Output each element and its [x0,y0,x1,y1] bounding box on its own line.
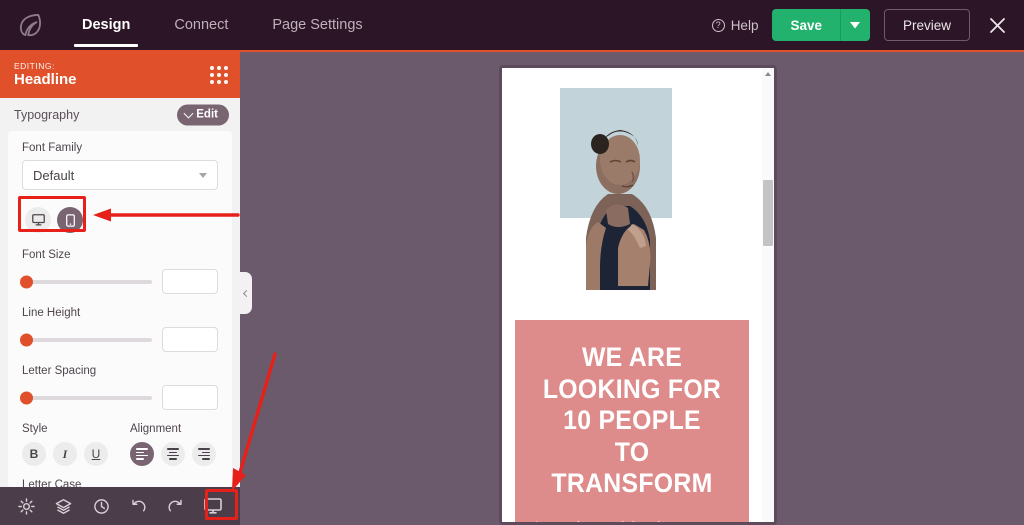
headline-block[interactable]: WE ARE LOOKING FOR 10 PEOPLE TO TRANSFOR… [515,320,749,522]
typography-section-header: Typography Edit [0,98,240,131]
device-preview-button[interactable] [200,493,226,519]
align-left-icon [136,447,148,462]
body-text[interactable]: Lorem ipsum dolor sit amet, consectetur … [535,517,729,522]
italic-button[interactable]: I [53,442,77,466]
chevron-left-icon [242,289,250,297]
top-bar-actions: ? Help Save Preview [711,9,1024,41]
line-height-input[interactable] [162,327,218,352]
headline-text[interactable]: WE ARE LOOKING FOR 10 PEOPLE TO TRANSFOR… [543,342,721,500]
line-height-slider-handle[interactable] [20,333,33,346]
bottom-toolbar [0,487,240,525]
settings-button[interactable] [14,493,40,519]
font-family-select[interactable]: Default [22,160,218,190]
font-size-slider-handle[interactable] [20,275,33,288]
leaf-logo-icon [19,14,41,37]
letter-spacing-row [20,385,218,410]
undo-icon [132,499,146,511]
typography-controls: Font Family Default Font Size Line Heigh… [8,131,232,487]
save-button-group: Save [772,9,870,41]
hero-section [502,68,762,320]
align-right-button[interactable] [192,442,216,466]
woman-prayer-pose-photo [560,88,672,290]
editing-label: EDITING: [14,60,55,71]
question-circle-icon: ? [711,18,725,32]
preview-scrollbar[interactable] [762,68,774,522]
letter-case-label: Letter Case [22,479,82,487]
style-alignment-row: Style B I U Alignment [22,423,218,466]
letter-spacing-input[interactable] [162,385,218,410]
editor-canvas: WE ARE LOOKING FOR 10 PEOPLE TO TRANSFOR… [240,52,1024,525]
style-label: Style [22,423,48,435]
panel-collapse-button[interactable] [240,272,252,314]
font-family-value: Default [33,167,75,183]
line-height-row [20,327,218,352]
underline-button[interactable]: U [84,442,108,466]
device-toggle-group [22,204,86,236]
dot-grid-icon[interactable] [210,66,228,84]
redo-icon [168,499,183,511]
mobile-icon [65,213,75,227]
font-size-label: Font Size [22,249,71,261]
alignment-group: Alignment [130,423,216,466]
hero-image[interactable] [560,88,672,290]
style-group: Style B I U [22,423,108,466]
align-right-icon [198,447,210,462]
redo-button[interactable] [163,493,189,519]
tab-design[interactable]: Design [60,0,152,51]
caret-down-icon [850,21,861,28]
line-height-slider[interactable] [20,333,152,346]
alignment-label: Alignment [130,423,182,435]
save-dropdown-button[interactable] [839,9,870,41]
top-bar: Design Connect Page Settings ? Help Save… [0,0,1024,52]
gear-icon [18,497,35,515]
help-button[interactable]: ? Help [711,17,759,33]
style-buttons: B I U [22,442,108,466]
mobile-preview-frame: WE ARE LOOKING FOR 10 PEOPLE TO TRANSFOR… [499,65,777,525]
edit-button-label: Edit [196,108,218,121]
preview-page: WE ARE LOOKING FOR 10 PEOPLE TO TRANSFOR… [502,68,762,522]
history-clock-icon [93,498,109,514]
font-size-row [20,269,218,294]
align-left-button[interactable] [130,442,154,466]
section-title: Typography [14,107,80,122]
layers-icon [56,498,72,514]
save-button[interactable]: Save [772,9,840,41]
editing-element-name: Headline [14,70,77,88]
tab-page-settings[interactable]: Page Settings [250,0,384,51]
desktop-icon [204,498,223,514]
history-button[interactable] [88,493,114,519]
undo-button[interactable] [126,493,152,519]
bold-button[interactable]: B [22,442,46,466]
device-toggle-mobile[interactable] [57,207,83,233]
scroll-up-arrow-icon[interactable] [765,72,771,76]
letter-spacing-slider[interactable] [20,391,152,404]
close-button[interactable] [984,12,1010,38]
line-height-label: Line Height [22,307,81,319]
panel-header-text: EDITING: Headline [14,60,77,88]
align-center-button[interactable] [161,442,185,466]
tab-connect[interactable]: Connect [152,0,250,51]
font-size-input[interactable] [162,269,218,294]
letter-spacing-label: Letter Spacing [22,365,97,377]
edit-button[interactable]: Edit [177,104,229,125]
chevron-down-icon [183,108,194,119]
align-center-icon [167,447,179,462]
settings-panel: EDITING: Headline Typography Edit Font F… [0,52,240,487]
alignment-buttons [130,442,216,466]
layers-button[interactable] [51,493,77,519]
scrollbar-thumb[interactable] [763,180,773,246]
preview-button[interactable]: Preview [883,9,970,41]
font-size-slider[interactable] [20,275,152,288]
desktop-icon [31,214,45,226]
device-toggle-desktop[interactable] [25,207,51,233]
page-root: Design Connect Page Settings ? Help Save… [0,0,1024,525]
close-icon [989,17,1005,33]
letter-spacing-slider-handle[interactable] [20,391,33,404]
panel-header: EDITING: Headline [0,52,240,98]
chevron-down-icon [199,172,207,178]
app-logo[interactable] [0,13,60,37]
font-family-label: Font Family [22,142,83,154]
help-label: Help [730,17,759,33]
main-nav-tabs: Design Connect Page Settings [60,0,385,51]
